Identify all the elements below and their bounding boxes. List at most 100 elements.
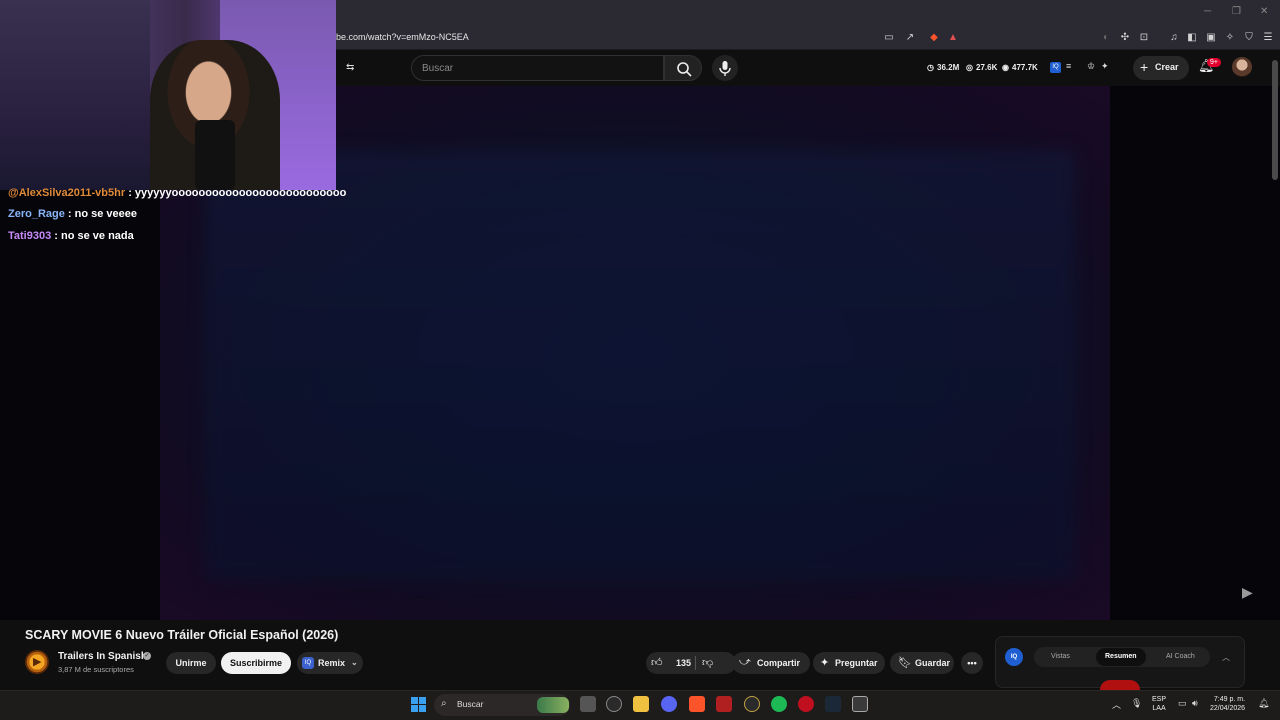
- iq-logo: IQ: [1005, 648, 1023, 666]
- create-label: Crear: [1155, 62, 1179, 72]
- thumbs-down-icon[interactable]: 👎︎: [702, 656, 713, 669]
- brave-icon[interactable]: [689, 696, 705, 712]
- clock-date: 22/04/2026: [1210, 705, 1246, 712]
- play-icon: ▶: [33, 656, 42, 668]
- discord-icon[interactable]: [661, 696, 677, 712]
- media-icon[interactable]: ♫: [1168, 32, 1180, 44]
- voice-search-button[interactable]: [712, 55, 738, 81]
- stat-views: 36.2M: [937, 63, 960, 72]
- chevron-up-icon[interactable]: ︿: [1222, 652, 1230, 663]
- join-button[interactable]: Unirme: [166, 652, 216, 674]
- maximize-icon[interactable]: ❐: [1232, 6, 1241, 17]
- filter-icon[interactable]: ⇆: [346, 62, 354, 73]
- microphone-figure: [195, 120, 235, 190]
- chevron-down-icon: ⌄: [351, 658, 358, 667]
- language-indicator[interactable]: ESP LAA: [1152, 695, 1166, 713]
- close-icon[interactable]: ✕: [1260, 6, 1268, 17]
- chat-user: @AlexSilva2011-vb5hr: [8, 187, 126, 199]
- chat-text: : no se veeee: [67, 208, 138, 220]
- brave-shield-icon[interactable]: ◆: [928, 32, 940, 44]
- minimize-icon[interactable]: ─: [1204, 6, 1211, 17]
- chevron-up-icon[interactable]: ︿: [1112, 698, 1121, 711]
- search-highlight-image: [537, 697, 569, 713]
- vpn-icon[interactable]: ⛉: [1243, 32, 1255, 44]
- views-icon: ◷: [927, 63, 934, 72]
- speaker-icon[interactable]: 🔊︎: [1192, 698, 1198, 709]
- obs-icon[interactable]: [744, 696, 760, 712]
- likes-icon: ◎: [966, 63, 973, 72]
- puzzle-icon[interactable]: ✣: [1119, 32, 1131, 44]
- share-page-icon[interactable]: ↗: [904, 32, 916, 44]
- windows-start-icon[interactable]: [411, 697, 427, 713]
- file-explorer-icon[interactable]: [633, 696, 649, 712]
- mic-icon[interactable]: 🎙︎: [1131, 698, 1142, 709]
- network-icon[interactable]: ▭: [1178, 698, 1187, 709]
- next-video-icon[interactable]: ▶: [1242, 584, 1253, 601]
- sidebar-icon[interactable]: ◧: [1186, 32, 1198, 44]
- stat-viewers: 477.7K: [1012, 63, 1038, 72]
- sparkle-icon[interactable]: ✦: [1101, 61, 1109, 72]
- leo-ai-icon[interactable]: ✧: [1224, 32, 1236, 44]
- app-icon-circle[interactable]: [798, 696, 814, 712]
- chat-message: Zero_Rage : no se veeee: [8, 208, 137, 220]
- video-frame-content: [205, 150, 1075, 580]
- lang-line1: ESP: [1152, 696, 1167, 703]
- chat-user: Tati9303: [8, 230, 52, 242]
- iq-red-graphic: [1100, 680, 1140, 690]
- task-view-icon[interactable]: [580, 696, 596, 712]
- screenshot-icon[interactable]: ⊡: [1138, 32, 1150, 44]
- more-icon: •••: [967, 658, 977, 668]
- webcam-overlay: [0, 0, 336, 190]
- cast-icon[interactable]: ▭: [883, 32, 895, 44]
- tab-resumen[interactable]: Resumen: [1105, 653, 1137, 660]
- channel-avatar[interactable]: ▶: [25, 650, 49, 674]
- like-count: 135: [676, 658, 692, 668]
- avatar[interactable]: [1232, 57, 1252, 77]
- search-input[interactable]: Buscar: [411, 55, 664, 81]
- subscriber-count: 3,87 M de suscriptores: [58, 665, 134, 674]
- subscribe-button[interactable]: Suscribirme: [221, 652, 291, 674]
- tab-ai-coach[interactable]: AI Coach: [1166, 653, 1195, 660]
- notification-center-icon[interactable]: 🔔︎: [1258, 698, 1269, 709]
- search-icon: ⌕: [441, 698, 447, 709]
- lang-line2: LAA: [1152, 705, 1166, 712]
- url-text[interactable]: be.com/watch?v=emMzo-NC5EA: [336, 32, 469, 42]
- trophy-icon[interactable]: ♔: [1087, 61, 1095, 72]
- search-button[interactable]: [664, 55, 702, 81]
- plus-icon: +: [1140, 59, 1149, 75]
- chat-text: : yyyyyyoooooooooooooooooooooooooo: [128, 187, 347, 199]
- list-icon[interactable]: ≡: [1066, 61, 1071, 71]
- steam-icon[interactable]: [825, 696, 841, 712]
- spotify-icon[interactable]: [771, 696, 787, 712]
- share-icon: ⤻: [739, 656, 751, 668]
- extension-icon[interactable]: ◐: [1100, 32, 1112, 44]
- stat-likes: 27.6K: [976, 63, 998, 72]
- brave-rewards-icon[interactable]: ▲: [947, 32, 959, 44]
- chat-message: Tati9303 : no se ve nada: [8, 230, 134, 242]
- iq-extension-icon[interactable]: IQ: [1050, 62, 1061, 73]
- chat-text: : no se ve nada: [54, 230, 134, 242]
- capture-app-icon[interactable]: [852, 696, 868, 712]
- more-button[interactable]: •••: [961, 652, 983, 674]
- app-icon-red[interactable]: [716, 696, 732, 712]
- verified-icon: ✓: [143, 652, 151, 660]
- channel-name[interactable]: Trailers In Spanish: [58, 651, 147, 662]
- mic-icon: [719, 61, 731, 76]
- chrome-app-icon[interactable]: [606, 696, 622, 712]
- eye-icon: ◉: [1002, 63, 1009, 72]
- menu-icon[interactable]: ☰: [1262, 32, 1274, 44]
- clock-time: 7:49 p. m.: [1213, 696, 1246, 703]
- webcam-background-shelf: [0, 0, 150, 190]
- clock[interactable]: 7:49 p. m. 22/04/2026: [1210, 695, 1245, 713]
- like-divider: [695, 656, 696, 670]
- right-background: [1110, 86, 1280, 620]
- create-button[interactable]: + Crear: [1133, 56, 1189, 80]
- search-icon: [677, 62, 692, 77]
- scrollbar[interactable]: [1272, 60, 1278, 180]
- wallet-icon[interactable]: ▣: [1205, 32, 1217, 44]
- notification-badge: 9+: [1207, 58, 1221, 67]
- tab-vistas[interactable]: Vistas: [1051, 653, 1070, 660]
- remix-icon: IQ: [302, 657, 314, 669]
- sparkle-icon: ✦: [820, 657, 830, 669]
- thumbs-up-icon: 👍︎: [651, 657, 663, 669]
